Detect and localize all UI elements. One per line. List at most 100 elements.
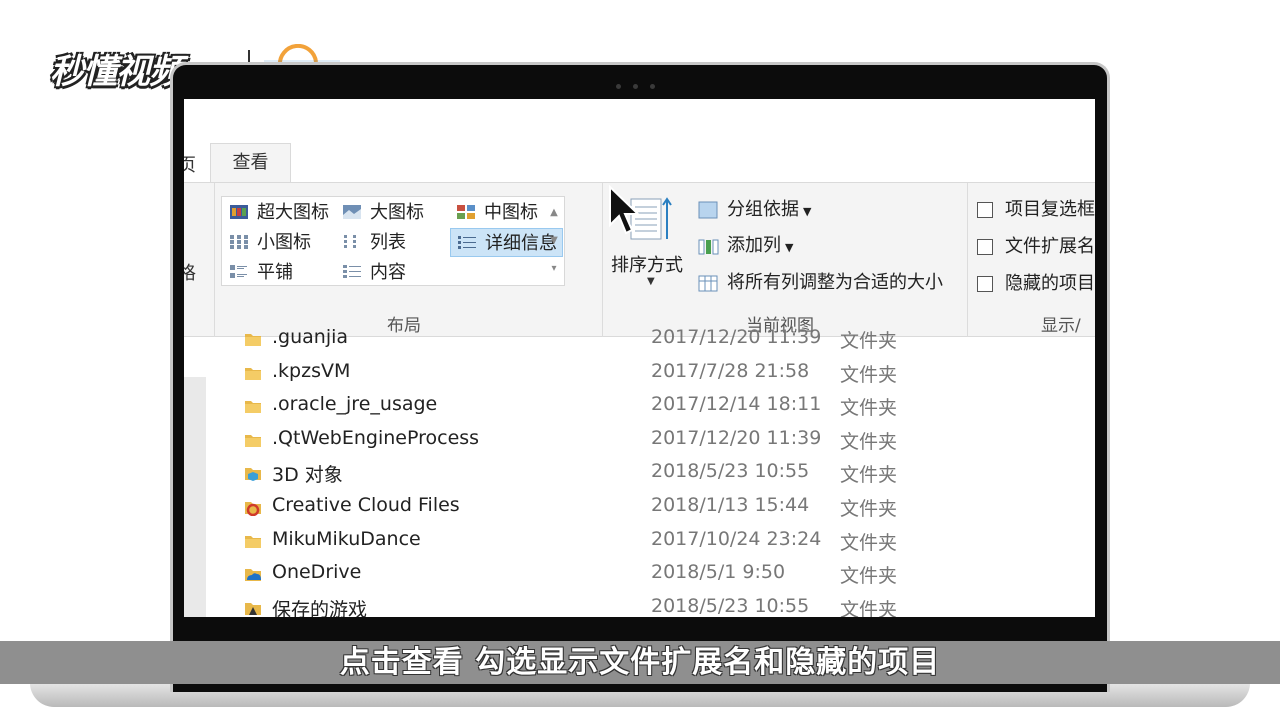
- sort-by-button[interactable]: 排序方式: [611, 251, 683, 277]
- layout-medium-icons[interactable]: 中图标: [450, 198, 538, 227]
- table-row[interactable]: .QtWebEngineProcess 2017/12/20 11:39 文件夹: [184, 423, 1095, 457]
- camera-dot: [616, 84, 621, 89]
- ribbon-divider: [214, 183, 215, 338]
- file-date-modified: 2018/5/23 10:55: [651, 594, 810, 617]
- creative-cloud-folder-icon: [245, 502, 261, 516]
- folder-icon: [245, 535, 261, 548]
- large-icons-icon: [343, 205, 361, 219]
- fit-columns-button[interactable]: 将所有列调整为合适的大小: [697, 268, 943, 298]
- folder-icon: [245, 334, 261, 346]
- file-extensions-label: 文件扩展名: [1005, 236, 1095, 257]
- add-column-button[interactable]: 添加列 ▼: [697, 231, 793, 261]
- medium-icons-icon: [457, 205, 475, 219]
- mouse-cursor-icon: [609, 185, 641, 235]
- layout-gallery-scroll[interactable]: ▲ ▼ ▾: [546, 199, 562, 283]
- tiles-icon: [230, 265, 247, 278]
- hidden-items-toggle[interactable]: 隐藏的项目: [977, 269, 1095, 299]
- gallery-expand-icon[interactable]: ▾: [546, 255, 562, 283]
- item-checkboxes-toggle[interactable]: 项目复选框: [977, 195, 1095, 225]
- table-row[interactable]: 保存的游戏 2018/5/23 10:55 文件夹: [184, 591, 1095, 617]
- tab-view[interactable]: 查看: [210, 143, 291, 183]
- layout-item-label: 小图标: [257, 232, 311, 253]
- tab-partial[interactable]: 页: [184, 151, 196, 177]
- brand-logo: 秒懂视频: [50, 52, 183, 92]
- saved-games-folder-icon: [245, 602, 261, 615]
- layout-list[interactable]: 列表: [336, 228, 406, 257]
- details-icon: [458, 236, 476, 249]
- layout-extra-large-icons[interactable]: 超大图标: [223, 198, 329, 227]
- onedrive-folder-icon: [245, 569, 261, 582]
- camera-dot: [650, 84, 655, 89]
- layout-item-label: 超大图标: [257, 202, 329, 223]
- layout-tiles[interactable]: 平铺: [223, 258, 293, 287]
- file-name: 保存的游戏: [272, 598, 368, 617]
- file-date-modified: 2018/1/13 15:44: [651, 494, 810, 516]
- layout-item-label: 大图标: [370, 202, 424, 223]
- group-by-button[interactable]: 分组依据 ▼: [697, 195, 811, 225]
- file-date-modified: 2017/12/20 11:39: [651, 326, 822, 348]
- camera-dot: [633, 84, 638, 89]
- file-extensions-checkbox[interactable]: [977, 239, 993, 255]
- 3d-objects-folder-icon: [245, 468, 261, 482]
- fit-columns-label: 将所有列调整为合适的大小: [727, 272, 943, 293]
- table-row[interactable]: 3D 对象 2018/5/23 10:55 文件夹: [184, 456, 1095, 490]
- folder-icon: [245, 401, 261, 414]
- file-date-modified: 2017/10/24 23:24: [651, 527, 822, 550]
- table-row[interactable]: MikuMikuDance 2017/10/24 23:24 文件夹: [184, 524, 1095, 558]
- table-row[interactable]: .guanjia 2017/12/20 11:39 文件夹: [184, 322, 1095, 356]
- table-row[interactable]: Creative Cloud Files 2018/1/13 15:44 文件夹: [184, 490, 1095, 524]
- file-name: 3D 对象: [272, 464, 343, 487]
- scroll-up-icon[interactable]: ▲: [546, 199, 562, 227]
- item-checkboxes-checkbox[interactable]: [977, 202, 993, 218]
- content-icon: [343, 265, 361, 278]
- table-row[interactable]: OneDrive 2018/5/1 9:50 文件夹: [184, 557, 1095, 591]
- sort-caret-icon[interactable]: ▼: [647, 276, 655, 287]
- fit-columns-icon: [698, 275, 718, 292]
- file-date-modified: 2017/12/14 18:11: [651, 393, 822, 416]
- file-name: OneDrive: [272, 561, 362, 584]
- file-date-modified: 2017/12/20 11:39: [651, 426, 822, 449]
- file-list: .guanjia 2017/12/20 11:39 文件夹 .kpzsVM 2017/7…: [184, 326, 1095, 617]
- pane-group-partial-label: 格: [184, 263, 196, 284]
- file-date-modified: 2018/5/1 9:50: [651, 561, 786, 584]
- file-name: .kpzsVM: [272, 359, 351, 382]
- layout-gallery: 超大图标 大图标 中图标 小图标 列表 详细信息 平铺 内容 ▲ ▼ ▾: [221, 196, 565, 286]
- file-name: MikuMikuDance: [272, 527, 421, 550]
- layout-item-label: 平铺: [257, 262, 293, 283]
- hidden-items-checkbox[interactable]: [977, 276, 993, 292]
- file-type: 文件夹: [840, 330, 898, 352]
- file-name: Creative Cloud Files: [272, 494, 460, 516]
- ribbon-divider: [602, 183, 603, 338]
- small-icons-icon: [230, 235, 248, 249]
- file-name: .QtWebEngineProcess: [272, 426, 480, 449]
- file-type: 文件夹: [840, 397, 898, 420]
- item-checkboxes-label: 项目复选框: [1005, 199, 1095, 220]
- dropdown-caret-icon: ▼: [803, 205, 812, 218]
- layout-content[interactable]: 内容: [336, 258, 406, 287]
- folder-icon: [245, 367, 261, 380]
- extra-large-icons-icon: [230, 205, 248, 219]
- group-by-label: 分组依据: [727, 199, 799, 220]
- file-type: 文件夹: [840, 464, 898, 487]
- hidden-items-label: 隐藏的项目: [1005, 273, 1095, 294]
- add-column-label: 添加列: [727, 235, 781, 256]
- group-by-icon: [698, 201, 718, 219]
- file-date-modified: 2018/5/23 10:55: [651, 460, 810, 483]
- layout-large-icons[interactable]: 大图标: [336, 198, 424, 227]
- scroll-down-icon[interactable]: ▼: [546, 227, 562, 255]
- table-row[interactable]: .kpzsVM 2017/7/28 21:58 文件夹: [184, 356, 1095, 390]
- file-type: 文件夹: [840, 565, 898, 588]
- layout-item-label: 内容: [370, 262, 406, 283]
- file-name: .guanjia: [272, 326, 349, 348]
- dropdown-caret-icon: ▼: [785, 241, 794, 254]
- table-row[interactable]: .oracle_jre_usage 2017/12/14 18:11 文件夹: [184, 389, 1095, 423]
- file-extensions-toggle[interactable]: 文件扩展名: [977, 232, 1095, 262]
- explorer-window: 页 查看 格 超大图标 大图标 中图标 小图标 列表 详细信息 平铺 内容 ▲ …: [184, 99, 1095, 617]
- folder-icon: [245, 434, 261, 447]
- layout-small-icons[interactable]: 小图标: [223, 228, 311, 257]
- file-name: .oracle_jre_usage: [272, 393, 438, 416]
- layout-item-label: 中图标: [484, 202, 538, 223]
- list-icon: [344, 235, 356, 248]
- file-type: 文件夹: [840, 363, 898, 386]
- layout-item-label: 列表: [370, 232, 406, 253]
